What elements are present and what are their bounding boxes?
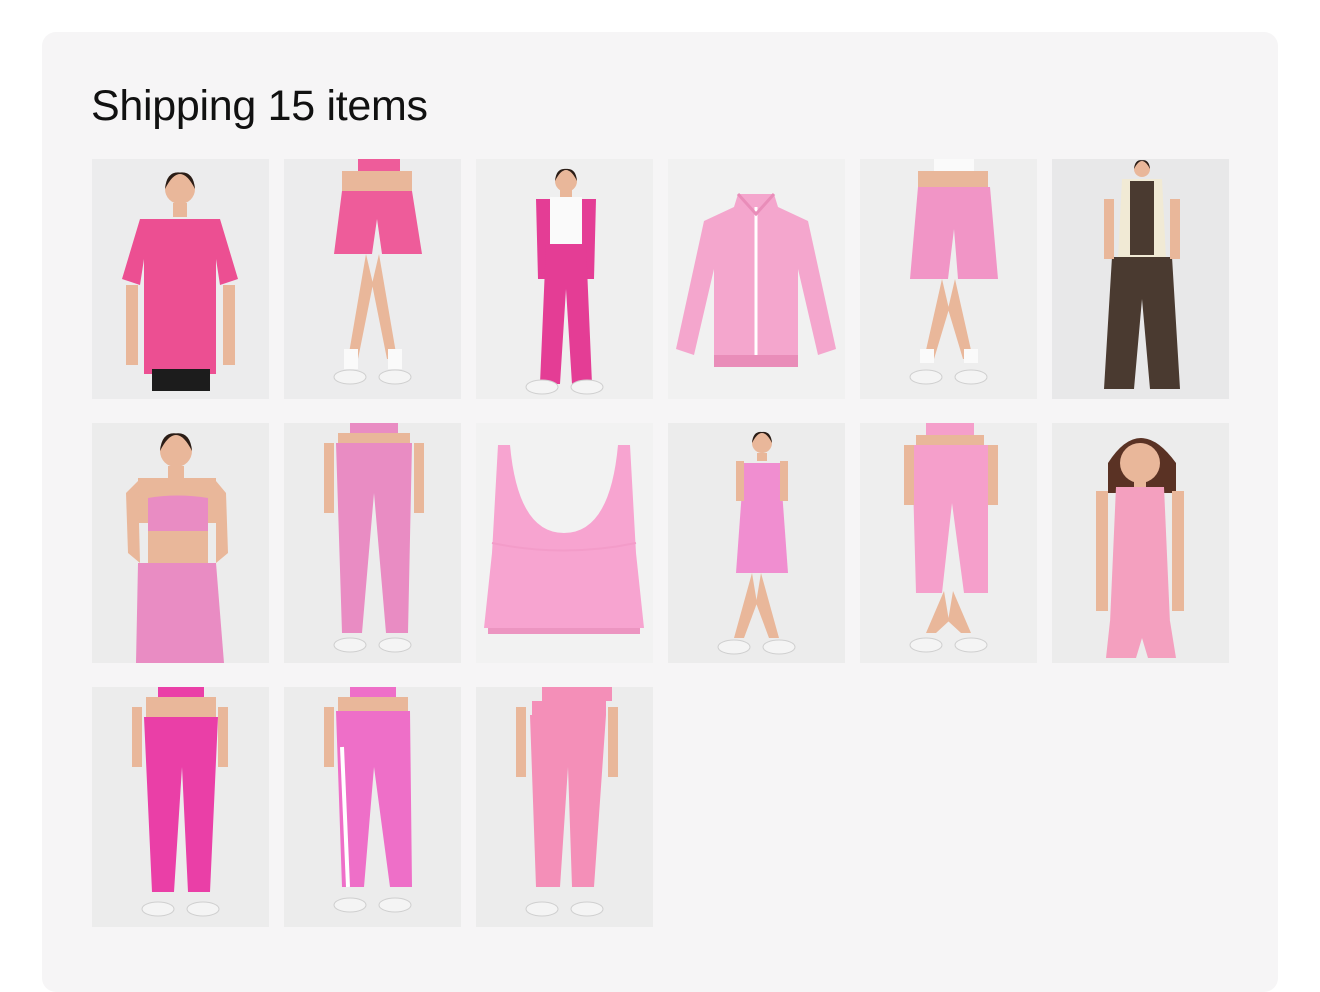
item-product-image (668, 159, 845, 399)
item-thumbnail-13[interactable] (92, 687, 269, 927)
item-thumbnail-2[interactable] (284, 159, 461, 399)
item-product-image (92, 687, 269, 927)
item-thumbnail-3[interactable] (476, 159, 653, 399)
item-thumbnail-8[interactable] (284, 423, 461, 663)
item-thumbnail-6[interactable] (1052, 159, 1229, 399)
item-thumbnail-4[interactable] (668, 159, 845, 399)
item-product-image (1052, 159, 1229, 399)
item-product-image (92, 423, 269, 663)
item-product-image (476, 423, 653, 663)
item-thumbnail-5[interactable] (860, 159, 1037, 399)
item-product-image (860, 423, 1037, 663)
item-thumbnail-1[interactable] (92, 159, 269, 399)
item-product-image (1052, 423, 1229, 663)
item-product-image (92, 159, 269, 399)
item-product-image (284, 159, 461, 399)
item-thumbnail-10[interactable] (668, 423, 845, 663)
item-product-image (284, 687, 461, 927)
item-thumbnail-9[interactable] (476, 423, 653, 663)
item-thumbnail-11[interactable] (860, 423, 1037, 663)
item-thumbnail-7[interactable] (92, 423, 269, 663)
item-product-image (284, 423, 461, 663)
item-thumbnail-14[interactable] (284, 687, 461, 927)
shipping-title: Shipping 15 items (91, 82, 428, 130)
item-thumbnail-15[interactable] (476, 687, 653, 927)
shipping-card: Shipping 15 items (42, 32, 1278, 992)
item-thumbnail-12[interactable] (1052, 423, 1229, 663)
item-product-image (476, 159, 653, 399)
item-product-image (668, 423, 845, 663)
item-product-image (476, 687, 653, 927)
shipping-items-grid (92, 159, 1229, 927)
item-product-image (860, 159, 1037, 399)
